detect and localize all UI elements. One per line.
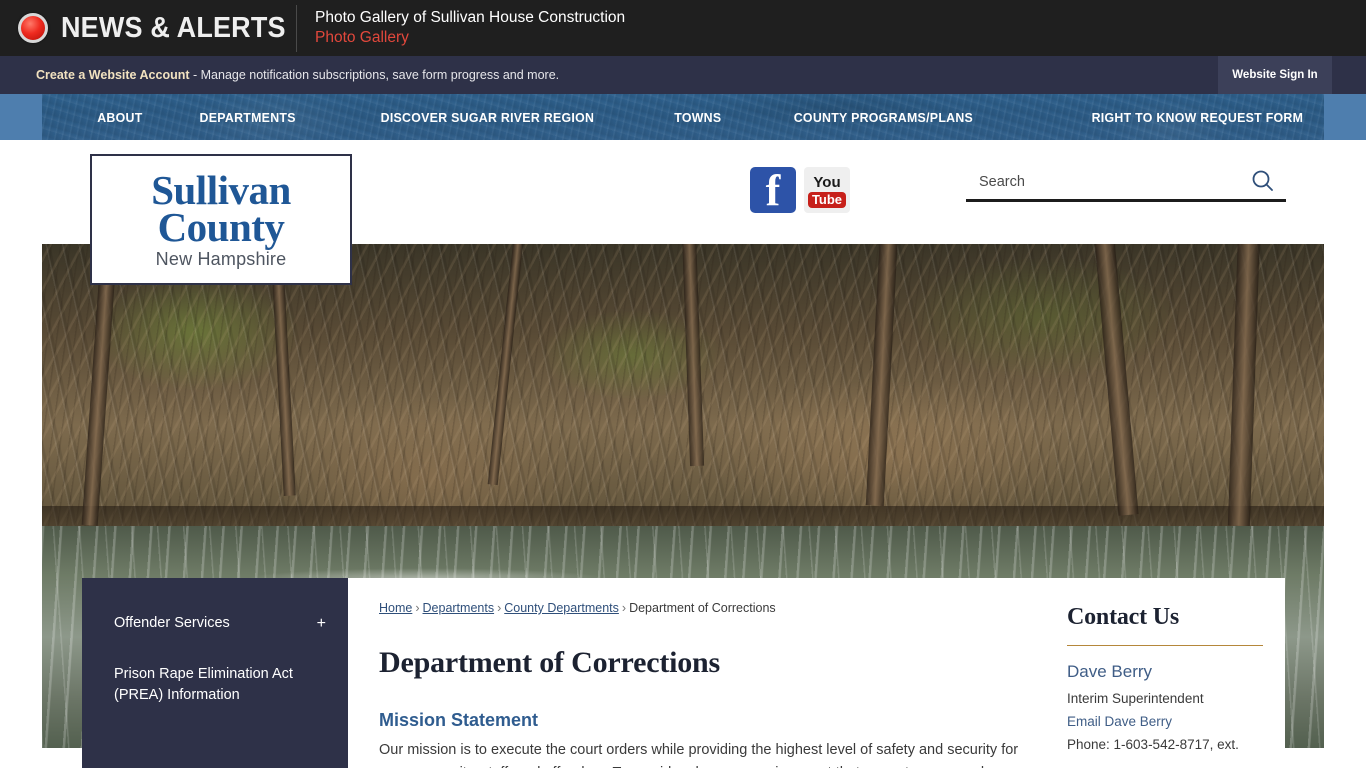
contact-email-link[interactable]: Email Dave Berry: [1067, 714, 1285, 729]
news-alerts-content: Photo Gallery of Sullivan House Construc…: [297, 8, 625, 49]
breadcrumb-separator: ›: [497, 601, 502, 615]
search-button[interactable]: [1250, 168, 1276, 194]
youtube-icon[interactable]: You Tube: [804, 167, 850, 213]
nav-item-discover-sugar-river-region[interactable]: DISCOVER SUGAR RIVER REGION: [381, 110, 595, 125]
site-logo[interactable]: Sullivan County New Hampshire: [90, 154, 352, 285]
youtube-tube-text: Tube: [807, 191, 847, 208]
nav-item-towns[interactable]: TOWNS: [674, 110, 721, 125]
nav-item-departments[interactable]: DEPARTMENTS: [199, 110, 295, 125]
main-content-column: Home › Departments › County Departments › Depa…: [379, 578, 1039, 768]
hero-trunk: [487, 244, 524, 486]
contact-us-panel: Contact Us Dave Berry Interim Superinten…: [1067, 578, 1285, 768]
search-input[interactable]: [979, 169, 1229, 195]
hero-trunk: [81, 244, 118, 527]
hero-trunk: [865, 244, 898, 507]
hero-trunk: [1094, 244, 1139, 517]
create-account-link[interactable]: Create a Website Account: [36, 68, 190, 82]
hero-trunk: [1227, 244, 1260, 527]
main-navigation-bar: ABOUT DEPARTMENTS DISCOVER SUGAR RIVER R…: [0, 94, 1366, 140]
breadcrumb-item-departments[interactable]: Departments: [423, 601, 495, 615]
breadcrumb-item-current: Department of Corrections: [629, 601, 776, 615]
expand-plus-icon[interactable]: +: [317, 613, 326, 634]
news-alerts-title: NEWS & ALERTS: [61, 11, 286, 44]
contact-us-divider: [1067, 645, 1263, 646]
content-panel: Offender Services + Prison Rape Eliminat…: [82, 578, 1285, 768]
contact-person-role: Interim Superintendent: [1067, 691, 1204, 706]
website-sign-in-button[interactable]: Website Sign In: [1218, 56, 1332, 94]
search-bar: [966, 164, 1286, 202]
nav-item-about[interactable]: ABOUT: [97, 110, 142, 125]
create-account-text: Create a Website Account - Manage notifi…: [0, 68, 559, 82]
news-alerts-bar: NEWS & ALERTS Photo Gallery of Sullivan …: [0, 0, 1366, 56]
breadcrumb-separator: ›: [415, 601, 420, 615]
contact-us-title: Contact Us: [1067, 604, 1179, 630]
social-links: You Tube: [750, 167, 850, 213]
contact-phone: Phone: 1-603-542-8717, ext.: [1067, 737, 1239, 752]
breadcrumb-separator: ›: [621, 601, 627, 615]
logo-line-new-hampshire: New Hampshire: [155, 249, 287, 270]
create-account-description: - Manage notification subscriptions, sav…: [189, 68, 560, 82]
sidebar-item-label: Prison Rape Elimination Act (PREA) Infor…: [114, 666, 293, 703]
logo-line-county: County: [157, 204, 285, 251]
red-alert-dot-icon: [18, 13, 48, 43]
news-subline-link[interactable]: Photo Gallery: [315, 28, 625, 48]
nav-item-county-programs-plans[interactable]: COUNTY PROGRAMS/PLANS: [794, 110, 973, 125]
page-root: NEWS & ALERTS Photo Gallery of Sullivan …: [0, 0, 1366, 768]
mission-statement-text: Our mission is to execute the court orde…: [379, 741, 1019, 768]
news-alerts-brand[interactable]: NEWS & ALERTS: [0, 0, 296, 56]
sidebar-item-label: Offender Services: [114, 615, 230, 631]
facebook-icon[interactable]: [750, 167, 796, 213]
breadcrumb-item-county-departments[interactable]: County Departments: [504, 601, 619, 615]
nav-items: ABOUT DEPARTMENTS DISCOVER SUGAR RIVER R…: [42, 94, 1324, 140]
sidebar-item-offender-services[interactable]: Offender Services +: [82, 613, 348, 634]
sidebar-item-prea-information[interactable]: Prison Rape Elimination Act (PREA) Infor…: [82, 664, 348, 706]
account-bar: Create a Website Account - Manage notifi…: [0, 56, 1366, 94]
section-heading-mission-statement: Mission Statement: [379, 709, 539, 730]
news-headline[interactable]: Photo Gallery of Sullivan House Construc…: [315, 8, 625, 28]
breadcrumb-item-home[interactable]: Home: [379, 601, 412, 615]
youtube-you-text: You: [813, 173, 841, 191]
sidebar-navigation: Offender Services + Prison Rape Eliminat…: [82, 578, 348, 768]
nav-item-right-to-know-request-form[interactable]: RIGHT TO KNOW REQUEST FORM: [1092, 110, 1304, 125]
page-title: Department of Corrections: [379, 645, 721, 679]
contact-person-name[interactable]: Dave Berry: [1067, 662, 1285, 682]
breadcrumb: Home › Departments › County Departments › Depa…: [379, 578, 1039, 618]
search-icon: [1252, 170, 1273, 191]
hero-trunk: [682, 244, 705, 466]
